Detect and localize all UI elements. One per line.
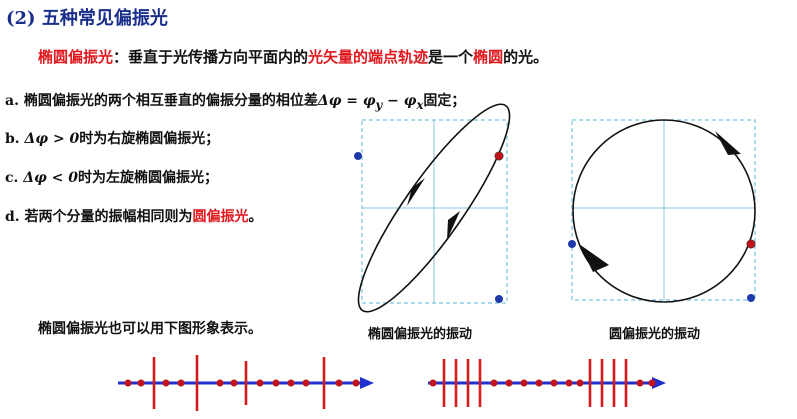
vibration-dot bbox=[302, 379, 310, 387]
circle-arrow-bottom bbox=[579, 244, 609, 272]
circle-dot-bottom bbox=[747, 294, 755, 302]
vibration-dot bbox=[520, 379, 528, 387]
vibration-dot bbox=[352, 379, 360, 387]
ellipse-diagram bbox=[354, 103, 511, 313]
vibration-dot bbox=[550, 379, 558, 387]
propagation-arrow bbox=[360, 377, 374, 389]
vibration-dot bbox=[177, 379, 185, 387]
vibration-dot bbox=[490, 379, 498, 387]
ellipse-propagation-strip bbox=[118, 355, 374, 411]
circle-arrow-top bbox=[715, 131, 741, 155]
vibration-dot bbox=[230, 379, 238, 387]
vibration-dot bbox=[256, 379, 264, 387]
ellipse-dot-right bbox=[494, 151, 504, 161]
circle-diagram bbox=[568, 119, 756, 303]
vibration-dot bbox=[576, 379, 584, 387]
vibration-dot bbox=[565, 379, 573, 387]
vibration-dot bbox=[429, 379, 437, 387]
vibration-dot bbox=[124, 379, 132, 387]
circle-dot-right bbox=[746, 239, 756, 249]
vibration-dot bbox=[287, 379, 295, 387]
circle-dot-left bbox=[568, 240, 576, 248]
figures bbox=[118, 103, 756, 411]
vibration-dot bbox=[636, 379, 644, 387]
vibration-dot bbox=[648, 379, 656, 387]
vibration-dot bbox=[335, 379, 343, 387]
vibration-dot bbox=[137, 379, 145, 387]
ellipse-dot-bottom bbox=[495, 295, 503, 303]
vibration-dot bbox=[535, 379, 543, 387]
vibration-dot bbox=[216, 379, 224, 387]
vibration-dot bbox=[272, 379, 280, 387]
vibration-dot bbox=[505, 379, 513, 387]
vibration-dot bbox=[162, 379, 170, 387]
ellipse-dot-left bbox=[354, 152, 362, 160]
circle-propagation-strip bbox=[428, 359, 666, 407]
